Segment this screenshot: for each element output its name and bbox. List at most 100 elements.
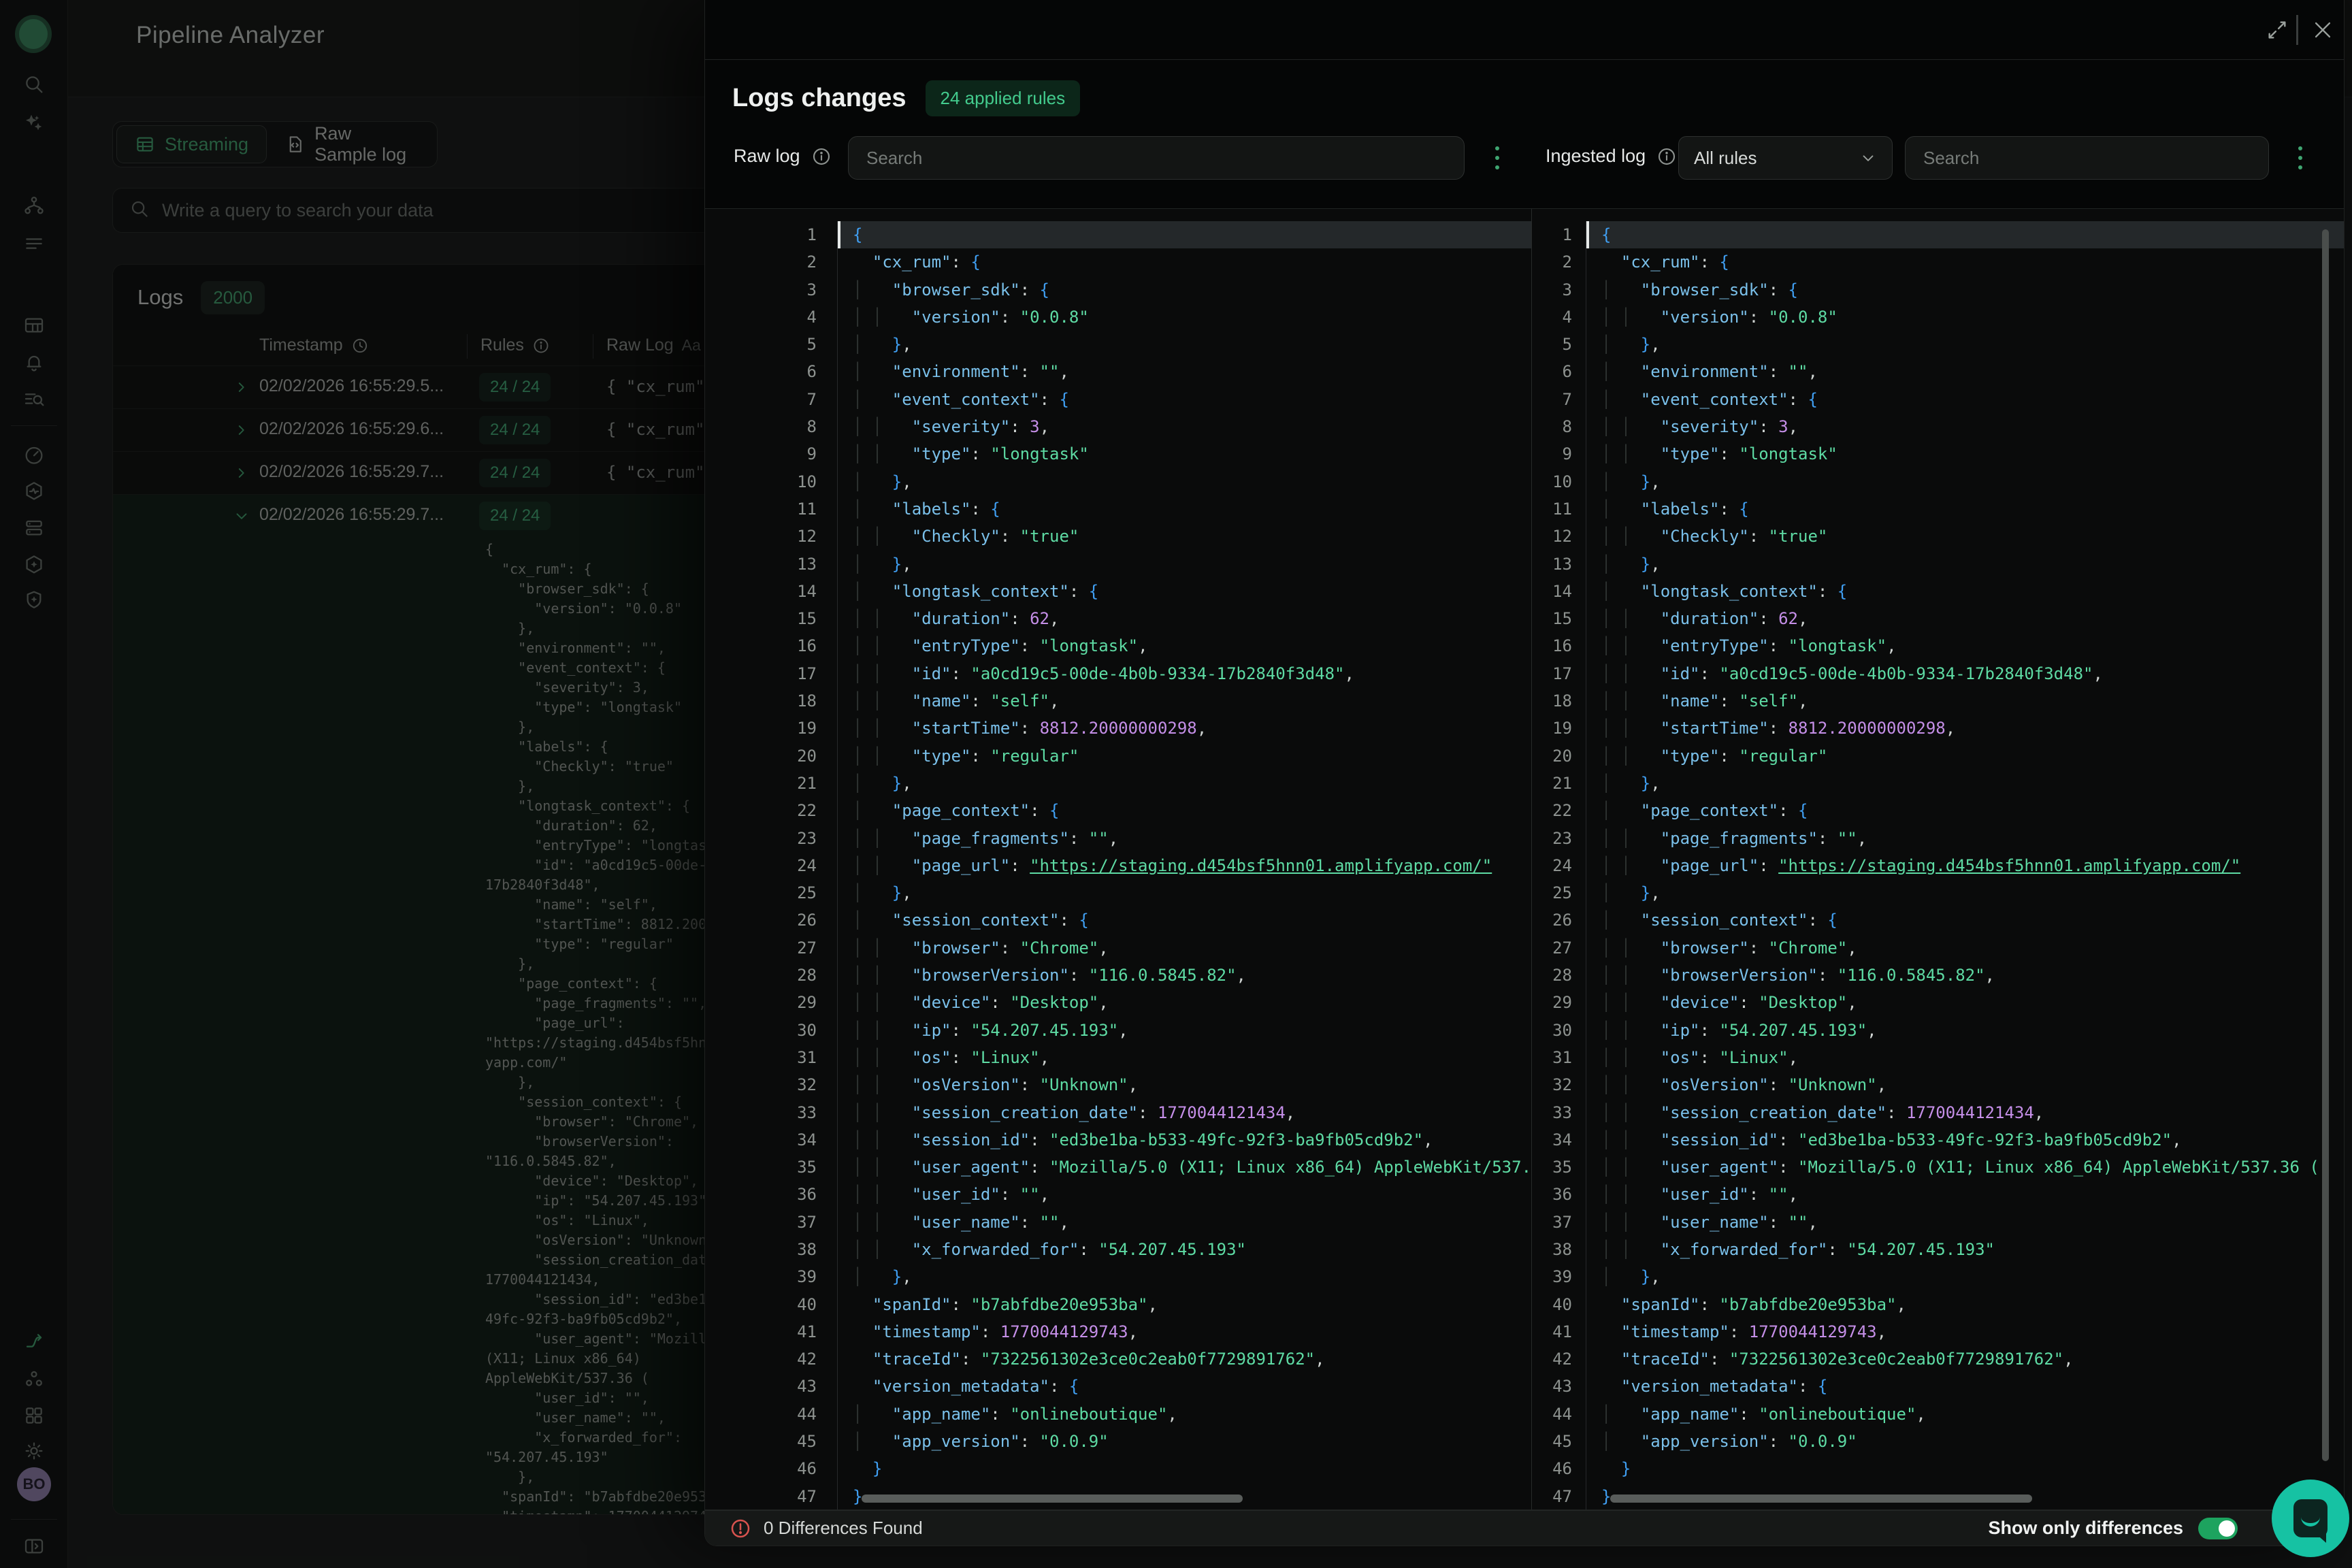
code-line[interactable]: 28│ │ "browserVersion": "116.0.5845.82", <box>1532 962 2344 989</box>
close-icon[interactable] <box>2309 16 2336 44</box>
code-line[interactable]: 23│ │ "page_fragments": "", <box>1532 825 2344 852</box>
code-line[interactable]: 38│ │ "x_forwarded_for": "54.207.45.193" <box>1532 1236 2344 1263</box>
code-line[interactable]: 21│ }, <box>1532 770 2344 797</box>
code-line[interactable]: 12│ │ "Checkly": "true" <box>705 523 1531 550</box>
code-line[interactable]: 31│ │ "os": "Linux", <box>705 1044 1531 1071</box>
code-line[interactable]: 44│ "app_name": "onlineboutique", <box>705 1401 1531 1428</box>
page-url-link[interactable]: "https://staging.d454bsf5hnn01.amplifyap… <box>1030 856 1492 875</box>
code-line[interactable]: 24│ │ "page_url": "https://staging.d454b… <box>1532 852 2344 879</box>
code-line[interactable]: 30│ │ "ip": "54.207.45.193", <box>705 1017 1531 1044</box>
code-line[interactable]: 14│ "longtask_context": { <box>1532 578 2344 605</box>
code-line[interactable]: 38│ │ "x_forwarded_for": "54.207.45.193" <box>705 1236 1531 1263</box>
code-line[interactable]: 45│ "app_version": "0.0.9" <box>705 1428 1531 1455</box>
code-line[interactable]: 20│ │ "type": "regular" <box>705 742 1531 770</box>
code-line[interactable]: 43 "version_metadata": { <box>1532 1373 2344 1400</box>
code-line[interactable]: 17│ │ "id": "a0cd19c5-00de-4b0b-9334-17b… <box>705 660 1531 687</box>
code-line[interactable]: 25│ }, <box>705 879 1531 906</box>
code-line[interactable]: 8│ │ "severity": 3, <box>705 413 1531 440</box>
info-icon[interactable] <box>1656 146 1677 167</box>
code-line[interactable]: 22│ "page_context": { <box>705 797 1531 824</box>
ingested-log-code-pane[interactable]: 1{2 "cx_rum": {3│ "browser_sdk": {4│ │ "… <box>1531 209 2344 1509</box>
horizontal-scrollbar[interactable] <box>1610 1494 2032 1503</box>
raw-log-search-input[interactable] <box>866 148 1446 169</box>
code-line[interactable]: 5│ }, <box>705 331 1531 358</box>
code-line[interactable]: 26│ "session_context": { <box>705 906 1531 934</box>
code-line[interactable]: 3│ "browser_sdk": { <box>1532 276 2344 304</box>
code-line[interactable]: 36│ │ "user_id": "", <box>705 1181 1531 1208</box>
code-line[interactable]: 42 "traceId": "7322561302e3ce0c2eab0f772… <box>1532 1345 2344 1373</box>
code-line[interactable]: 32│ │ "osVersion": "Unknown", <box>1532 1071 2344 1098</box>
code-line[interactable]: 4│ │ "version": "0.0.8" <box>1532 304 2344 331</box>
code-line[interactable]: 42 "traceId": "7322561302e3ce0c2eab0f772… <box>705 1345 1531 1373</box>
page-url-link[interactable]: "https://staging.d454bsf5hnn01.amplifyap… <box>1778 856 2240 875</box>
code-line[interactable]: 12│ │ "Checkly": "true" <box>1532 523 2344 550</box>
code-line[interactable]: 16│ │ "entryType": "longtask", <box>705 632 1531 659</box>
code-line[interactable]: 15│ │ "duration": 62, <box>1532 605 2344 632</box>
code-line[interactable]: 7│ "event_context": { <box>1532 386 2344 413</box>
code-line[interactable]: 39│ }, <box>1532 1263 2344 1290</box>
code-line[interactable]: 26│ "session_context": { <box>1532 906 2344 934</box>
code-line[interactable]: 24│ │ "page_url": "https://staging.d454b… <box>705 852 1531 879</box>
code-line[interactable]: 4│ │ "version": "0.0.8" <box>705 304 1531 331</box>
code-line[interactable]: 27│ │ "browser": "Chrome", <box>705 934 1531 962</box>
code-line[interactable]: 19│ │ "startTime": 8812.20000000298, <box>1532 715 2344 742</box>
code-line[interactable]: 14│ "longtask_context": { <box>705 578 1531 605</box>
code-line[interactable]: 40 "spanId": "b7abfdbe20e953ba", <box>1532 1291 2344 1318</box>
code-line[interactable]: 25│ }, <box>1532 879 2344 906</box>
code-line[interactable]: 6│ "environment": "", <box>705 358 1531 385</box>
vertical-scrollbar[interactable] <box>2322 229 2329 1461</box>
code-line[interactable]: 3│ "browser_sdk": { <box>705 276 1531 304</box>
code-line[interactable]: 46 } <box>1532 1455 2344 1482</box>
code-line[interactable]: 35│ │ "user_agent": "Mozilla/5.0 (X11; L… <box>705 1154 1531 1181</box>
code-line[interactable]: 43 "version_metadata": { <box>705 1373 1531 1400</box>
code-line[interactable]: 41 "timestamp": 1770044129743, <box>705 1318 1531 1345</box>
code-line[interactable]: 31│ │ "os": "Linux", <box>1532 1044 2344 1071</box>
code-line[interactable]: 1{ <box>705 221 1531 248</box>
code-line[interactable]: 37│ │ "user_name": "", <box>1532 1209 2344 1236</box>
code-line[interactable]: 18│ │ "name": "self", <box>1532 687 2344 715</box>
code-line[interactable]: 5│ }, <box>1532 331 2344 358</box>
code-line[interactable]: 10│ }, <box>1532 468 2344 495</box>
code-line[interactable]: 16│ │ "entryType": "longtask", <box>1532 632 2344 659</box>
code-line[interactable]: 1{ <box>1532 221 2344 248</box>
code-line[interactable]: 39│ }, <box>705 1263 1531 1290</box>
raw-log-search[interactable] <box>848 136 1465 180</box>
ingested-log-search-input[interactable] <box>1923 148 2251 169</box>
code-line[interactable]: 18│ │ "name": "self", <box>705 687 1531 715</box>
ingested-log-menu-icon[interactable] <box>2296 143 2304 173</box>
code-line[interactable]: 13│ }, <box>1532 551 2344 578</box>
code-line[interactable]: 33│ │ "session_creation_date": 177004412… <box>705 1099 1531 1126</box>
rules-filter-select[interactable]: All rules <box>1678 136 1893 180</box>
code-line[interactable]: 9│ │ "type": "longtask" <box>705 440 1531 468</box>
code-line[interactable]: 8│ │ "severity": 3, <box>1532 413 2344 440</box>
code-line[interactable]: 33│ │ "session_creation_date": 177004412… <box>1532 1099 2344 1126</box>
raw-log-menu-icon[interactable] <box>1493 143 1501 173</box>
code-line[interactable]: 2 "cx_rum": { <box>705 248 1531 276</box>
code-line[interactable]: 2 "cx_rum": { <box>1532 248 2344 276</box>
ingested-log-search[interactable] <box>1905 136 2269 180</box>
code-line[interactable]: 40 "spanId": "b7abfdbe20e953ba", <box>705 1291 1531 1318</box>
code-line[interactable]: 30│ │ "ip": "54.207.45.193", <box>1532 1017 2344 1044</box>
code-line[interactable]: 9│ │ "type": "longtask" <box>1532 440 2344 468</box>
code-line[interactable]: 6│ "environment": "", <box>1532 358 2344 385</box>
code-line[interactable]: 10│ }, <box>705 468 1531 495</box>
code-line[interactable]: 45│ "app_version": "0.0.9" <box>1532 1428 2344 1455</box>
raw-log-code-pane[interactable]: 1{2 "cx_rum": {3│ "browser_sdk": {4│ │ "… <box>705 209 1531 1509</box>
code-line[interactable]: 32│ │ "osVersion": "Unknown", <box>705 1071 1531 1098</box>
code-line[interactable]: 29│ │ "device": "Desktop", <box>1532 989 2344 1016</box>
code-line[interactable]: 44│ "app_name": "onlineboutique", <box>1532 1401 2344 1428</box>
code-line[interactable]: 23│ │ "page_fragments": "", <box>705 825 1531 852</box>
code-line[interactable]: 36│ │ "user_id": "", <box>1532 1181 2344 1208</box>
horizontal-scrollbar[interactable] <box>862 1494 1243 1503</box>
code-line[interactable]: 28│ │ "browserVersion": "116.0.5845.82", <box>705 962 1531 989</box>
code-line[interactable]: 37│ │ "user_name": "", <box>705 1209 1531 1236</box>
show-only-differences-toggle[interactable] <box>2198 1518 2238 1539</box>
code-line[interactable]: 22│ "page_context": { <box>1532 797 2344 824</box>
code-line[interactable]: 29│ │ "device": "Desktop", <box>705 989 1531 1016</box>
info-icon[interactable] <box>811 146 832 167</box>
expand-icon[interactable] <box>2264 16 2291 44</box>
code-line[interactable]: 7│ "event_context": { <box>705 386 1531 413</box>
code-line[interactable]: 46 } <box>705 1455 1531 1482</box>
code-line[interactable]: 34│ │ "session_id": "ed3be1ba-b533-49fc-… <box>705 1126 1531 1154</box>
code-line[interactable]: 15│ │ "duration": 62, <box>705 605 1531 632</box>
